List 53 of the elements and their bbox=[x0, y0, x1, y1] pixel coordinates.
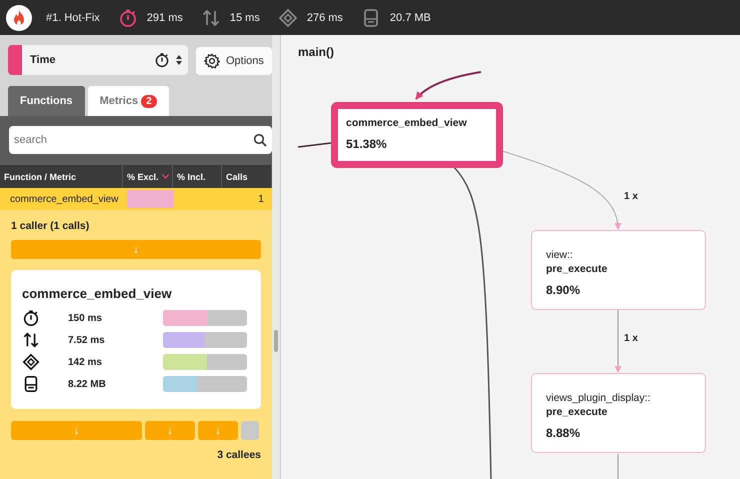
metric-value: 8.22 MB bbox=[68, 378, 107, 390]
edge-label: 1 x bbox=[624, 191, 638, 202]
stopwatch-icon bbox=[154, 52, 170, 68]
updown-caret-icon bbox=[176, 55, 182, 65]
callees-label: 3 callees bbox=[216, 449, 261, 461]
metric-value: 291 ms bbox=[146, 12, 183, 24]
flame-logo-icon[interactable] bbox=[6, 4, 32, 30]
memory-icon bbox=[22, 375, 40, 393]
metric-value: 7.52 ms bbox=[68, 334, 106, 346]
node-percent: 8.88% bbox=[546, 426, 582, 440]
connector-arrow bbox=[614, 310, 622, 373]
scrollbar-thumb[interactable] bbox=[274, 330, 278, 352]
metric-value: 276 ms bbox=[306, 12, 343, 24]
stopwatch-icon bbox=[22, 309, 40, 327]
graph-node[interactable]: commerce_embed_view 51.38% bbox=[331, 102, 503, 168]
graph-node[interactable]: view:: pre_execute 8.90% bbox=[531, 230, 706, 310]
stopwatch-icon bbox=[118, 8, 138, 28]
node-namespace: view:: bbox=[546, 249, 574, 261]
edge-label: 1 x bbox=[624, 333, 638, 344]
metric-value: 20.7 MB bbox=[390, 12, 431, 24]
graph-title: main() bbox=[298, 45, 334, 59]
tab[interactable]: Functions bbox=[8, 86, 85, 116]
connector-arrow bbox=[415, 71, 482, 100]
connector-line bbox=[298, 142, 332, 148]
table-row[interactable]: commerce_embed_view 1 bbox=[0, 188, 272, 210]
count-badge: 2 bbox=[141, 94, 157, 108]
search-icon[interactable] bbox=[253, 133, 267, 147]
search-field[interactable]: search bbox=[9, 126, 272, 154]
table-cell-text: 1 bbox=[257, 193, 265, 205]
profile-title: #1. Hot-Fix bbox=[46, 12, 100, 24]
node-name: commerce_embed_view bbox=[346, 117, 468, 129]
tab[interactable]: Metrics 2 bbox=[88, 86, 169, 116]
card-title: commerce_embed_view bbox=[22, 286, 173, 301]
chip-icon bbox=[278, 8, 298, 28]
graph-node[interactable]: views_plugin_display:: pre_execute 8.88% bbox=[531, 373, 706, 453]
table-cell-text: commerce_embed_view bbox=[9, 194, 120, 204]
options-button[interactable]: Options bbox=[196, 47, 272, 75]
metric-value: 150 ms bbox=[68, 312, 103, 324]
remainder-button[interactable] bbox=[241, 421, 259, 440]
node-name: pre_execute bbox=[546, 263, 608, 275]
dimension-select[interactable]: Time bbox=[8, 45, 188, 75]
up-down-arrows-icon bbox=[200, 8, 221, 28]
callers-label: 1 caller (1 calls) bbox=[11, 220, 90, 232]
node-namespace: views_plugin_display:: bbox=[546, 392, 652, 404]
chip-icon bbox=[22, 353, 40, 371]
scrollbar[interactable] bbox=[272, 35, 280, 479]
node-percent: 51.38% bbox=[346, 137, 388, 151]
up-down-arrows-icon bbox=[22, 331, 40, 349]
settings-icon bbox=[204, 53, 220, 69]
node-percent: 8.90% bbox=[546, 283, 582, 297]
metric-value: 15 ms bbox=[230, 12, 260, 24]
metric-value: 142 ms bbox=[68, 356, 103, 368]
node-name: pre_execute bbox=[546, 406, 608, 418]
